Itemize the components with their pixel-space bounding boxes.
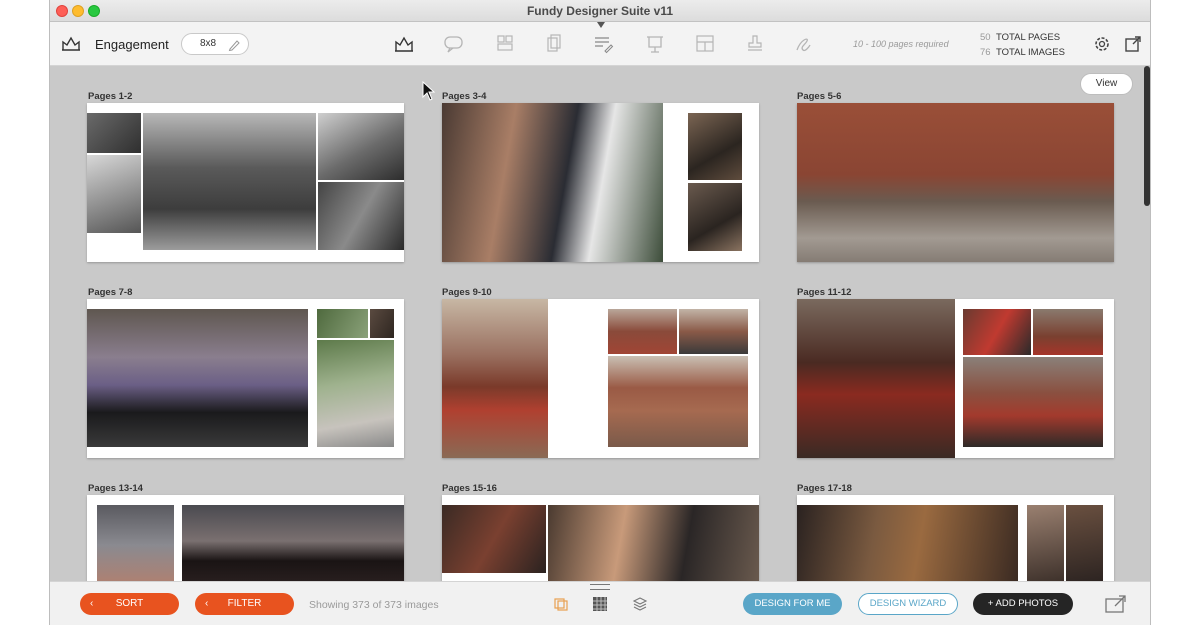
bottom-bar: ‹ SORT ‹ FILTER Showing 373 of 373 image… bbox=[50, 581, 1150, 625]
spread-pages-3-4[interactable] bbox=[442, 103, 759, 262]
design-wizard-button[interactable]: DESIGN WIZARD bbox=[858, 593, 958, 615]
title-bar: Fundy Designer Suite v11 bbox=[50, 0, 1150, 22]
spread-pages-13-14[interactable] bbox=[87, 495, 404, 585]
grid-view-icon[interactable] bbox=[592, 596, 608, 612]
photo[interactable] bbox=[370, 309, 394, 338]
photo[interactable] bbox=[608, 309, 677, 354]
total-pages-label: TOTAL PAGES bbox=[996, 32, 1061, 43]
view-button[interactable]: View bbox=[1080, 73, 1133, 95]
text-edit-icon[interactable] bbox=[591, 33, 615, 55]
photo[interactable] bbox=[688, 183, 742, 251]
resize-grip[interactable] bbox=[590, 584, 610, 590]
photo[interactable] bbox=[688, 113, 742, 180]
spread-pages-17-18[interactable] bbox=[797, 495, 1114, 585]
vertical-scrollbar[interactable] bbox=[1144, 66, 1150, 206]
sort-label: SORT bbox=[115, 598, 144, 609]
photo[interactable] bbox=[442, 299, 548, 458]
pages-required-hint: 10 - 100 pages required bbox=[853, 39, 949, 49]
photo[interactable] bbox=[963, 309, 1031, 355]
spread-label-3-4: Pages 3-4 bbox=[442, 91, 487, 102]
photo[interactable] bbox=[318, 113, 404, 180]
total-pages-count: 50 bbox=[980, 32, 991, 43]
settings-gear-icon[interactable] bbox=[1092, 34, 1112, 54]
spread-label-9-10: Pages 9-10 bbox=[442, 287, 492, 298]
album-totals: 50 TOTAL PAGES 76 TOTAL IMAGES bbox=[980, 30, 1065, 60]
photo[interactable] bbox=[1033, 309, 1103, 355]
photo[interactable] bbox=[1066, 505, 1103, 585]
export-icon[interactable] bbox=[1104, 594, 1128, 614]
spread-label-13-14: Pages 13-14 bbox=[88, 483, 143, 494]
photo[interactable] bbox=[963, 357, 1103, 447]
stamp-icon[interactable] bbox=[743, 33, 767, 55]
photo[interactable] bbox=[87, 155, 141, 233]
window-title: Fundy Designer Suite v11 bbox=[526, 4, 674, 18]
spread-pages-7-8[interactable] bbox=[87, 299, 404, 458]
photo[interactable] bbox=[679, 309, 748, 354]
photo[interactable] bbox=[797, 103, 1114, 262]
selected-tool-indicator bbox=[597, 22, 605, 28]
spread-pages-5-6[interactable] bbox=[797, 103, 1114, 262]
photo[interactable] bbox=[318, 182, 404, 250]
spread-label-7-8: Pages 7-8 bbox=[88, 287, 133, 298]
sort-button[interactable]: ‹ SORT bbox=[80, 593, 179, 615]
photo[interactable] bbox=[317, 309, 368, 338]
photo[interactable] bbox=[608, 356, 748, 447]
pencil-icon[interactable] bbox=[226, 37, 242, 53]
album-size-value: 8x8 bbox=[200, 38, 217, 49]
photo[interactable] bbox=[797, 505, 1018, 585]
signature-icon[interactable] bbox=[791, 33, 815, 55]
spread-label-15-16: Pages 15-16 bbox=[442, 483, 497, 494]
total-images-count: 76 bbox=[980, 47, 991, 58]
album-logo-icon[interactable] bbox=[60, 34, 82, 54]
mouse-cursor-icon bbox=[422, 81, 436, 101]
total-images-label: TOTAL IMAGES bbox=[996, 47, 1065, 58]
spread-label-1-2: Pages 1-2 bbox=[88, 91, 133, 102]
image-count-status: Showing 373 of 373 images bbox=[309, 599, 439, 611]
layers-icon[interactable] bbox=[632, 596, 648, 612]
photo[interactable] bbox=[317, 340, 394, 447]
spread-pages-1-2[interactable] bbox=[87, 103, 404, 262]
grid-layout-icon[interactable] bbox=[693, 33, 717, 55]
pages-icon[interactable] bbox=[542, 33, 566, 55]
photo[interactable] bbox=[797, 299, 955, 458]
spreads-canvas[interactable]: View Pages 1-2 Pages 3-4 Pages 5-6 Pages… bbox=[50, 66, 1150, 585]
album-icon[interactable] bbox=[392, 33, 416, 55]
filter-label: FILTER bbox=[227, 598, 262, 609]
photo[interactable] bbox=[442, 103, 663, 262]
top-toolbar: Engagement 8x8 10 - 100 pages required 5… bbox=[50, 22, 1150, 66]
spread-pages-11-12[interactable] bbox=[797, 299, 1114, 458]
spread-pages-9-10[interactable] bbox=[442, 299, 759, 458]
open-external-icon[interactable] bbox=[1123, 34, 1143, 54]
images-view-icon[interactable] bbox=[553, 596, 569, 612]
spread-label-17-18: Pages 17-18 bbox=[797, 483, 852, 494]
spread-label-5-6: Pages 5-6 bbox=[797, 91, 842, 102]
photo[interactable] bbox=[97, 505, 174, 585]
photo[interactable] bbox=[182, 505, 404, 585]
photo[interactable] bbox=[548, 505, 759, 585]
album-size-selector[interactable]: 8x8 bbox=[181, 33, 249, 55]
add-photos-button[interactable]: + ADD PHOTOS bbox=[973, 593, 1073, 615]
app-window: Fundy Designer Suite v11 Engagement 8x8 bbox=[49, 0, 1151, 625]
photo[interactable] bbox=[442, 505, 546, 573]
photo[interactable] bbox=[1027, 505, 1064, 585]
album-name: Engagement bbox=[95, 37, 169, 52]
spread-label-11-12: Pages 11-12 bbox=[797, 287, 852, 298]
layout-icon[interactable] bbox=[493, 33, 517, 55]
photo[interactable] bbox=[87, 113, 141, 153]
spread-pages-15-16[interactable] bbox=[442, 495, 759, 585]
photo[interactable] bbox=[87, 309, 308, 447]
presentation-icon[interactable] bbox=[643, 33, 667, 55]
design-for-me-button[interactable]: DESIGN FOR ME bbox=[743, 593, 842, 615]
filter-button[interactable]: ‹ FILTER bbox=[195, 593, 294, 615]
speech-bubble-icon[interactable] bbox=[442, 33, 466, 55]
photo[interactable] bbox=[143, 113, 316, 250]
